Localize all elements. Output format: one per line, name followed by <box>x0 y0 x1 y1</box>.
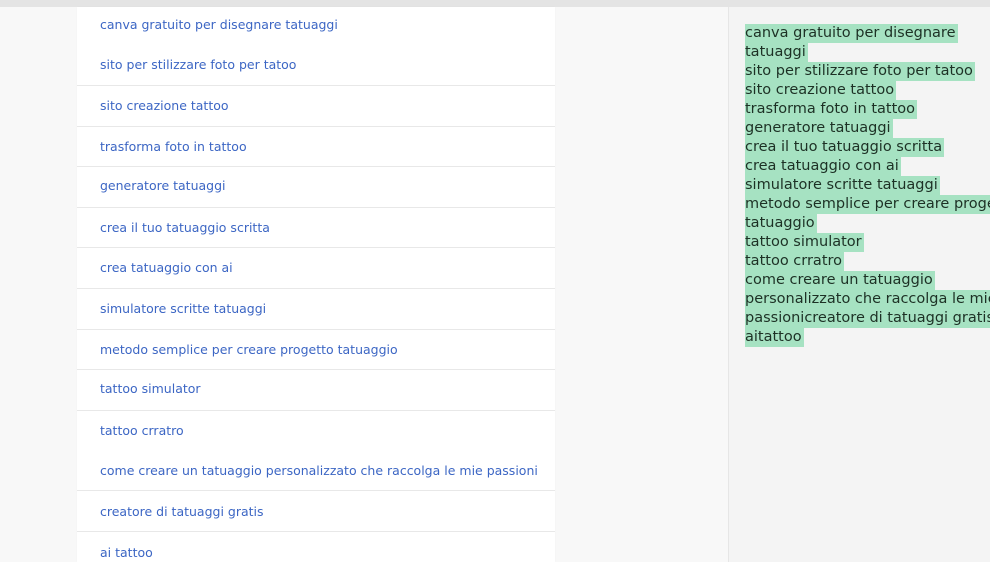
highlighted-text: tattoo simulator <box>745 233 864 252</box>
selected-text-line: sito creazione tattoo <box>745 81 990 100</box>
selected-text-line: crea il tuo tatuaggio scritta <box>745 138 990 157</box>
divider <box>77 369 555 370</box>
selected-text-line: trasforma foto in tattoo <box>745 100 990 119</box>
divider <box>77 247 555 248</box>
selected-text-line: sito per stilizzare foto per tatoo <box>745 62 990 81</box>
divider <box>77 490 555 491</box>
related-search-link[interactable]: canva gratuito per disegnare tatuaggi <box>100 17 338 32</box>
highlighted-text: crea tatuaggio con ai <box>745 157 901 176</box>
highlighted-text: generatore tatuaggi <box>745 119 893 138</box>
selected-text-line: simulatore scritte tatuaggi <box>745 176 990 195</box>
divider <box>77 410 555 411</box>
related-search-link[interactable]: generatore tatuaggi <box>100 178 226 193</box>
divider <box>77 329 555 330</box>
highlighted-text: personalizzato che raccolga le mie <box>745 290 990 309</box>
highlighted-text: metodo semplice per creare progetto <box>745 195 990 214</box>
related-search-link[interactable]: sito per stilizzare foto per tatoo <box>100 57 296 72</box>
selected-text-line: tattoo crratro <box>745 252 990 271</box>
highlighted-text: sito creazione tattoo <box>745 81 897 100</box>
related-search-link[interactable]: come creare un tatuaggio personalizzato … <box>100 463 538 478</box>
related-search-link[interactable]: crea tatuaggio con ai <box>100 260 233 275</box>
divider <box>77 531 555 532</box>
highlighted-text: tattoo crratro <box>745 252 845 271</box>
related-search-link[interactable]: tattoo crratro <box>100 423 184 438</box>
related-search-link[interactable]: creatore di tatuaggi gratis <box>100 504 264 519</box>
related-search-link[interactable]: tattoo simulator <box>100 381 201 396</box>
selected-text-line: passionicreatore di tatuaggi gratis <box>745 309 990 328</box>
selected-text-line: tatuaggio <box>745 214 990 233</box>
related-search-link[interactable]: crea il tuo tatuaggio scritta <box>100 220 270 235</box>
selected-text-line: metodo semplice per creare progetto <box>745 195 990 214</box>
related-searches-panel: canva gratuito per disegnare tatuaggi si… <box>77 7 555 562</box>
highlighted-text: canva gratuito per disegnare <box>745 24 958 43</box>
highlighted-text: crea il tuo tatuaggio scritta <box>745 138 945 157</box>
selected-text-line: personalizzato che raccolga le mie <box>745 290 990 309</box>
related-search-link[interactable]: trasforma foto in tattoo <box>100 139 247 154</box>
selected-text-line: aitattoo <box>745 328 990 347</box>
divider <box>77 166 555 167</box>
highlighted-text: trasforma foto in tattoo <box>745 100 918 119</box>
highlighted-text: aitattoo <box>745 328 804 347</box>
related-search-link[interactable]: simulatore scritte tatuaggi <box>100 301 266 316</box>
selected-text-line: come creare un tatuaggio <box>745 271 990 290</box>
divider <box>77 288 555 289</box>
highlighted-text: simulatore scritte tatuaggi <box>745 176 940 195</box>
selected-text-line: crea tatuaggio con ai <box>745 157 990 176</box>
divider <box>77 85 555 86</box>
selected-text-line: canva gratuito per disegnare <box>745 24 990 43</box>
divider <box>77 207 555 208</box>
highlighted-text: tatuaggio <box>745 214 817 233</box>
selected-text-block[interactable]: canva gratuito per disegnare tatuaggi si… <box>745 24 990 347</box>
related-search-link[interactable]: ai tattoo <box>100 545 153 560</box>
divider <box>77 126 555 127</box>
highlighted-text: sito per stilizzare foto per tatoo <box>745 62 975 81</box>
selected-text-line: tatuaggi <box>745 43 990 62</box>
top-strip <box>0 0 990 7</box>
related-search-link[interactable]: sito creazione tattoo <box>100 98 229 113</box>
highlighted-text: come creare un tatuaggio <box>745 271 935 290</box>
related-search-link[interactable]: metodo semplice per creare progetto tatu… <box>100 342 398 357</box>
highlighted-text: tatuaggi <box>745 43 808 62</box>
selected-text-line: tattoo simulator <box>745 233 990 252</box>
highlighted-text: passionicreatore di tatuaggi gratis <box>745 309 990 328</box>
selected-text-line: generatore tatuaggi <box>745 119 990 138</box>
